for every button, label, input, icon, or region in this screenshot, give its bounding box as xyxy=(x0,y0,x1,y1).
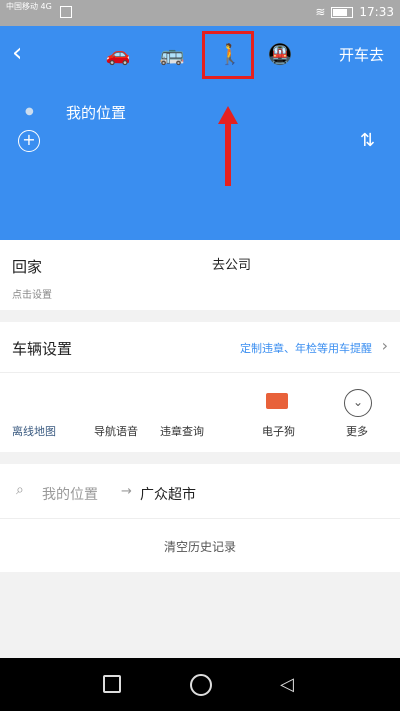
company-label[interactable]: 去公司 xyxy=(212,254,251,273)
more-icon: ⌄ xyxy=(344,389,372,417)
home-label: 回家 xyxy=(12,258,43,276)
swap-icon[interactable]: ⇅ xyxy=(360,130,375,151)
history-to[interactable]: 广众超市 xyxy=(140,484,196,504)
vehicle-settings-row[interactable]: 车辆设置 定制违章、年检等用车提醒 › xyxy=(0,322,400,372)
search-icon: ⌕ xyxy=(16,482,24,498)
clear-history-button[interactable]: 清空历史记录 xyxy=(0,538,400,555)
history-card: ⌕ 我的位置 → 广众超市 清空历史记录 xyxy=(0,464,400,572)
start-location[interactable]: 我的位置 xyxy=(66,102,126,123)
back-button[interactable]: ‹ xyxy=(12,40,22,66)
route-header: ‹ 🚗 🚌 🚶 🚇 开车去 ● 我的位置 + ⇅ xyxy=(0,26,400,240)
sim-icon xyxy=(60,6,72,18)
home-icon[interactable] xyxy=(190,674,212,696)
tool-e-dog[interactable]: 电子狗 xyxy=(262,423,295,439)
tools-row: ⌄ 离线地图 导航语音 违章查询 电子狗 更多 xyxy=(0,372,400,452)
chevron-right-icon: › xyxy=(381,336,388,355)
history-arrow: → xyxy=(121,484,132,499)
car-icon[interactable]: 🚗 xyxy=(103,40,133,68)
home-card[interactable]: 回家 点击设置 去公司 xyxy=(0,240,400,310)
history-from[interactable]: 我的位置 xyxy=(42,484,98,504)
add-waypoint-icon[interactable]: + xyxy=(18,130,40,152)
status-bar: 中国移动 4G ≋ 17:33 xyxy=(0,0,400,26)
metro-icon[interactable]: 🚇 xyxy=(265,40,295,68)
battery-icon xyxy=(331,6,354,18)
recent-apps-icon[interactable] xyxy=(103,675,121,693)
location-dot-icon: ● xyxy=(25,106,34,117)
vehicle-title: 车辆设置 xyxy=(12,340,73,358)
walk-mode-highlight xyxy=(202,31,254,79)
back-triangle-icon[interactable]: ◁ xyxy=(280,674,294,695)
tool-offline-map[interactable]: 离线地图 xyxy=(12,423,56,439)
carrier-label: 中国移动 4G xyxy=(6,2,52,11)
camera-icon xyxy=(266,393,288,409)
tool-more[interactable]: 更多 xyxy=(346,423,368,439)
clock: 17:33 xyxy=(359,5,394,19)
status-right: ≋ 17:33 xyxy=(315,5,394,19)
android-nav-bar: ◁ xyxy=(0,658,400,711)
tool-violation-query[interactable]: 违章查询 xyxy=(160,423,204,439)
tool-nav-voice[interactable]: 导航语音 xyxy=(94,423,138,439)
wifi-icon: ≋ xyxy=(315,5,326,19)
bus-icon[interactable]: 🚌 xyxy=(157,40,187,68)
vehicle-link[interactable]: 定制违章、年检等用车提醒 xyxy=(240,340,372,356)
divider xyxy=(0,518,400,519)
home-subtext: 点击设置 xyxy=(12,290,52,301)
go-drive-button[interactable]: 开车去 xyxy=(339,44,384,65)
annotation-arrow xyxy=(218,106,238,186)
